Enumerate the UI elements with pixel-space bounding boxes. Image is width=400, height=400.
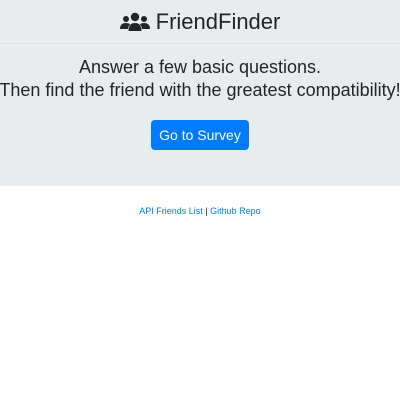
users-icon xyxy=(119,12,150,32)
github-repo-link[interactable]: Github Repo xyxy=(210,206,261,216)
go-to-survey-button[interactable]: Go to Survey xyxy=(151,120,249,150)
page: FriendFinder Answer a few basic question… xyxy=(0,0,400,400)
hero-line-2: Then find the friend with the greatest c… xyxy=(0,80,400,100)
footer-links: API Friends List | Github Repo xyxy=(0,206,400,216)
hero-section: Answer a few basic questions. Then find … xyxy=(0,44,400,186)
brand-link[interactable]: FriendFinder xyxy=(119,8,281,34)
brand-name: FriendFinder xyxy=(155,8,281,34)
hero-line-1: Answer a few basic questions. xyxy=(78,57,322,77)
navbar: FriendFinder xyxy=(0,0,400,44)
api-friends-list-link[interactable]: API Friends List xyxy=(139,206,203,216)
